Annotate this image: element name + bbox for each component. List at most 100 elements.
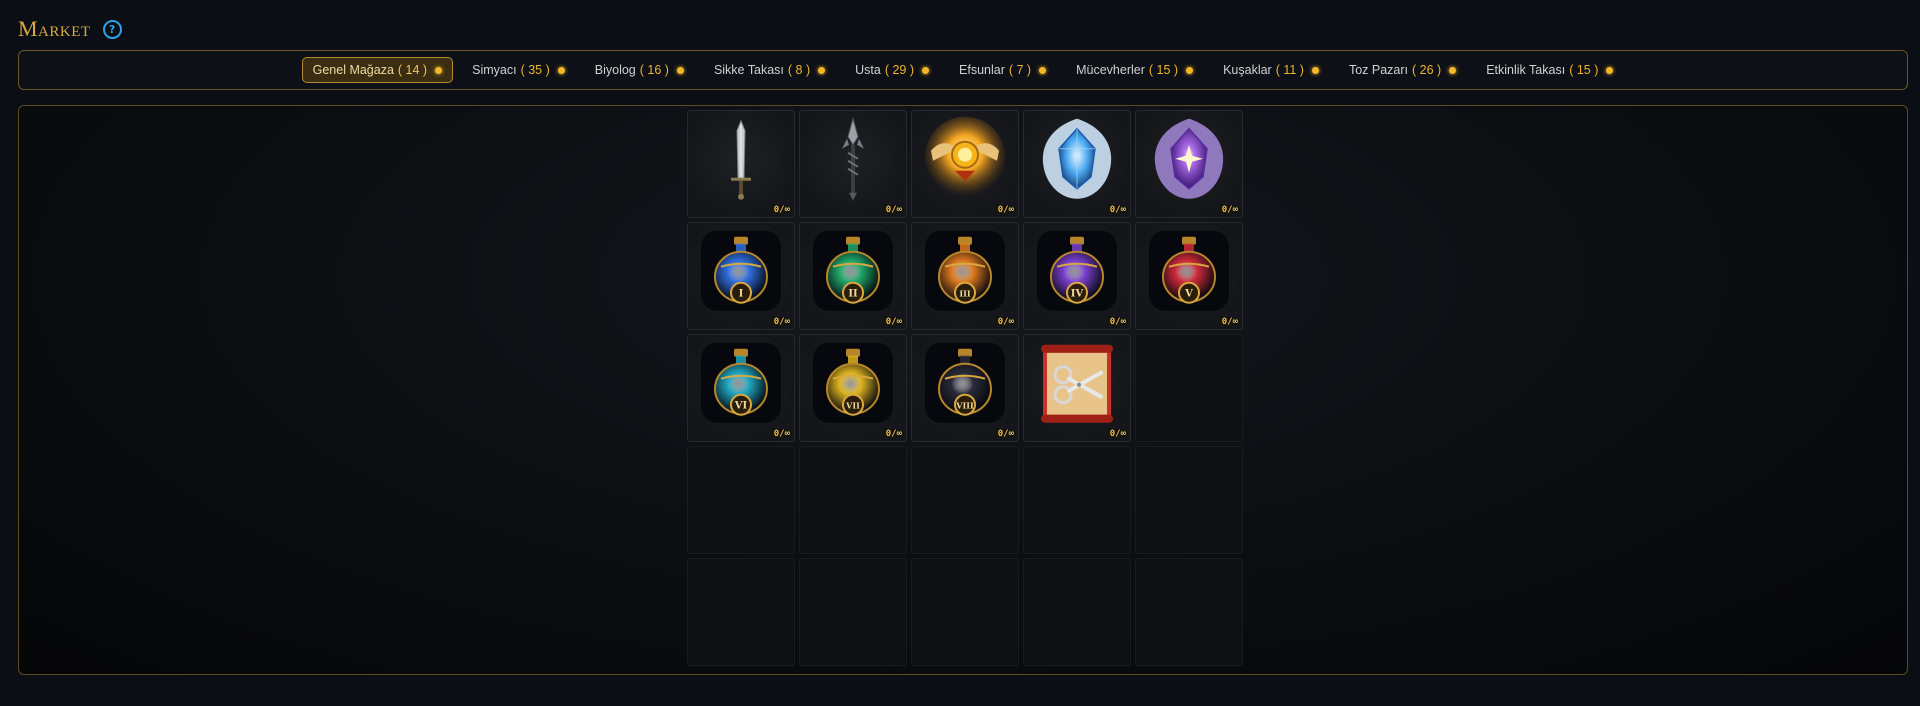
market-item-slot[interactable]: V 0/∞ <box>1135 222 1243 330</box>
potion-icon: I <box>697 227 785 320</box>
tab-label: Etkinlik Takası <box>1486 63 1566 77</box>
empty-slot <box>799 446 907 554</box>
tab-label: Usta <box>855 63 881 77</box>
market-item-slot[interactable]: II 0/∞ <box>799 222 907 330</box>
tab-label: Toz Pazarı <box>1348 63 1409 77</box>
market-item-slot[interactable]: 0/∞ <box>1023 110 1131 218</box>
svg-text:VII: VII <box>845 401 860 411</box>
notification-dot <box>1311 66 1319 74</box>
tab-label: Biyolog <box>594 63 636 77</box>
potion-icon: V <box>1145 227 1233 320</box>
tab-count: ( 8 ) <box>787 63 811 77</box>
tab-toz-pazarı[interactable]: Toz Pazarı( 26 ) <box>1338 57 1467 83</box>
market-item-slot[interactable]: VI 0/∞ <box>687 334 795 442</box>
stock-label: 0/∞ <box>773 205 790 215</box>
tab-count: ( 15 ) <box>1569 63 1599 77</box>
stock-label: 0/∞ <box>1221 317 1238 327</box>
empty-slot <box>687 446 795 554</box>
empty-slot <box>687 558 795 666</box>
tab-count: ( 14 ) <box>397 63 428 77</box>
notification-dot <box>1606 66 1614 74</box>
tab-count: ( 7 ) <box>1008 63 1032 77</box>
svg-text:V: V <box>1184 289 1193 300</box>
item-panel: 0/∞ 0/∞ 0/∞ 0/∞ 0/∞ I 0/∞ II 0/∞ III 0/∞… <box>18 105 1908 675</box>
market-item-slot[interactable]: 0/∞ <box>687 110 795 218</box>
stock-label: 0/∞ <box>1221 205 1238 215</box>
tab-genel-mağaza[interactable]: Genel Mağaza( 14 ) <box>301 57 454 83</box>
svg-text:VIII: VIII <box>955 401 974 411</box>
svg-text:II: II <box>848 289 858 300</box>
help-icon[interactable]: ? <box>102 19 122 39</box>
empty-slot <box>911 446 1019 554</box>
purple-crystal-icon <box>1145 115 1233 208</box>
notification-dot <box>1449 66 1457 74</box>
stock-label: 0/∞ <box>885 429 902 439</box>
item-grid: 0/∞ 0/∞ 0/∞ 0/∞ 0/∞ I 0/∞ II 0/∞ III 0/∞… <box>687 110 1243 666</box>
empty-slot <box>1023 558 1131 666</box>
market-item-slot[interactable]: IV 0/∞ <box>1023 222 1131 330</box>
notification-dot <box>435 66 443 74</box>
tab-label: Sikke Takası <box>713 63 784 77</box>
tab-mücevherler[interactable]: Mücevherler( 15 ) <box>1065 57 1204 83</box>
tab-kuşaklar[interactable]: Kuşaklar( 11 ) <box>1212 57 1330 83</box>
stock-label: 0/∞ <box>773 317 790 327</box>
stock-label: 0/∞ <box>997 429 1014 439</box>
notification-dot <box>1039 66 1047 74</box>
svg-text:IV: IV <box>1071 289 1084 300</box>
tab-efsunlar[interactable]: Efsunlar( 7 ) <box>948 57 1057 83</box>
stock-label: 0/∞ <box>885 205 902 215</box>
notification-dot <box>676 66 684 74</box>
svg-text:I: I <box>739 289 744 300</box>
tab-count: ( 16 ) <box>639 63 669 77</box>
tab-sikke-takası[interactable]: Sikke Takası( 8 ) <box>703 57 836 83</box>
notification-dot <box>818 66 826 74</box>
notification-dot <box>557 66 565 74</box>
spear-icon <box>809 115 897 208</box>
potion-icon: VI <box>697 339 785 432</box>
market-item-slot[interactable]: I 0/∞ <box>687 222 795 330</box>
tab-label: Kuşaklar <box>1223 63 1272 77</box>
empty-slot <box>1135 446 1243 554</box>
tab-label: Mücevherler <box>1076 63 1145 77</box>
blue-crystal-icon <box>1033 115 1121 208</box>
potion-icon: VII <box>809 339 897 432</box>
notification-dot <box>922 66 930 74</box>
tab-etkinlik-takası[interactable]: Etkinlik Takası( 15 ) <box>1475 57 1624 83</box>
stock-label: 0/∞ <box>1109 317 1126 327</box>
stock-label: 0/∞ <box>773 429 790 439</box>
market-header: Market ? <box>18 14 122 44</box>
tab-usta[interactable]: Usta( 29 ) <box>844 57 940 83</box>
svg-text:VI: VI <box>734 401 748 412</box>
empty-slot <box>1135 334 1243 442</box>
potion-icon: IV <box>1033 227 1121 320</box>
tab-label: Simyacı <box>472 63 517 77</box>
scroll-scissors-icon <box>1033 339 1121 432</box>
potion-icon: III <box>921 227 1009 320</box>
tab-biyolog[interactable]: Biyolog( 16 ) <box>584 57 695 83</box>
market-item-slot[interactable]: VIII 0/∞ <box>911 334 1019 442</box>
winged-emblem-icon <box>921 115 1009 208</box>
tab-count: ( 29 ) <box>884 63 915 77</box>
market-item-slot[interactable]: III 0/∞ <box>911 222 1019 330</box>
market-item-slot[interactable]: 0/∞ <box>799 110 907 218</box>
tab-count: ( 15 ) <box>1148 63 1179 77</box>
tab-count: ( 11 ) <box>1275 63 1304 77</box>
page-title: Market <box>18 16 91 41</box>
tab-simyacı[interactable]: Simyacı( 35 ) <box>461 57 576 83</box>
empty-slot <box>1023 446 1131 554</box>
tab-label: Genel Mağaza <box>312 63 394 77</box>
market-item-slot[interactable]: 0/∞ <box>1023 334 1131 442</box>
market-item-slot[interactable]: 0/∞ <box>911 110 1019 218</box>
market-item-slot[interactable]: 0/∞ <box>1135 110 1243 218</box>
tab-count: ( 35 ) <box>520 63 550 77</box>
sword-icon <box>697 115 785 208</box>
tab-count: ( 26 ) <box>1412 63 1442 77</box>
potion-icon: VIII <box>921 339 1009 432</box>
potion-icon: II <box>809 227 897 320</box>
stock-label: 0/∞ <box>997 317 1014 327</box>
empty-slot <box>911 558 1019 666</box>
empty-slot <box>799 558 907 666</box>
stock-label: 0/∞ <box>1109 205 1126 215</box>
market-item-slot[interactable]: VII 0/∞ <box>799 334 907 442</box>
svg-text:III: III <box>959 289 970 299</box>
